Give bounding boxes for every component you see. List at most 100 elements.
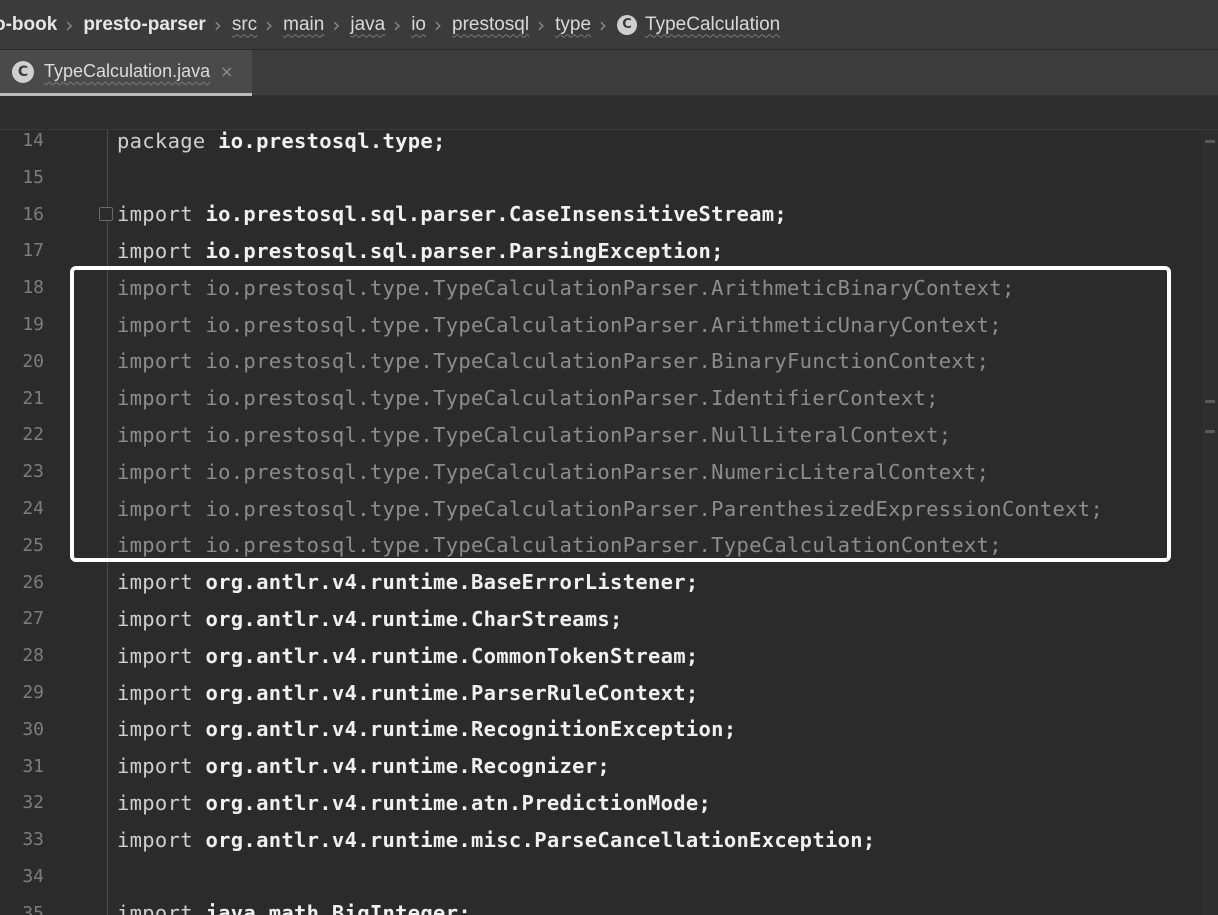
code-text: import org.antlr.v4.runtime.CommonTokenS… <box>117 644 699 668</box>
import-path: io.prestosql.type.TypeCalculationParser.… <box>192 386 939 411</box>
code-line[interactable]: 25 import io.prestosql.type.TypeCalculati… <box>0 527 1218 564</box>
line-number: 21 <box>22 387 44 409</box>
chevron-right-icon: › <box>434 12 442 37</box>
chevron-right-icon: › <box>599 12 608 37</box>
keyword: import <box>117 790 193 815</box>
line-number: 20 <box>22 350 44 372</box>
import-path: io.prestosql.type.TypeCalculationParser.… <box>192 533 1002 558</box>
line-number: 16 <box>22 203 44 225</box>
breadcrumb-label: type <box>555 13 592 35</box>
code-line[interactable]: 34 <box>0 858 1218 895</box>
import-path: org.antlr.v4.runtime.Recognizer; <box>192 754 611 779</box>
import-path: io.prestosql.type.TypeCalculationParser.… <box>192 422 952 447</box>
chevron-right-icon: › <box>332 12 341 37</box>
code-text: import io.prestosql.sql.parser.CaseInsen… <box>117 202 787 226</box>
breadcrumb-item[interactable]: o-book <box>0 14 57 36</box>
code-text: import io.prestosql.type.TypeCalculation… <box>117 533 1002 557</box>
import-path: org.antlr.v4.runtime.CharStreams; <box>192 606 623 631</box>
code-line[interactable]: 18 import io.prestosql.type.TypeCalculati… <box>0 269 1218 306</box>
code-text: import org.antlr.v4.runtime.CharStreams; <box>117 607 623 631</box>
breadcrumb-item[interactable]: src <box>232 14 257 36</box>
code-line[interactable]: 31 import org.antlr.v4.runtime.Recognizer… <box>0 748 1218 785</box>
keyword: import <box>117 901 193 915</box>
breadcrumb-item[interactable]: type <box>555 14 591 36</box>
code-text: import io.prestosql.type.TypeCalculation… <box>117 313 1002 337</box>
code-text: package io.prestosql.type; <box>117 130 446 153</box>
import-path: org.antlr.v4.runtime.ParserRuleContext; <box>192 680 699 705</box>
line-number: 32 <box>22 792 44 814</box>
keyword: import <box>117 717 193 742</box>
code-line[interactable]: 22 import io.prestosql.type.TypeCalculati… <box>0 416 1218 453</box>
close-icon[interactable]: × <box>220 62 233 81</box>
code-line[interactable]: 30 import org.antlr.v4.runtime.Recognitio… <box>0 711 1218 748</box>
chevron-right-icon: › <box>213 12 222 37</box>
line-number: 29 <box>22 682 44 703</box>
editor-toolbar-strip <box>0 96 1218 130</box>
fold-icon[interactable] <box>99 207 113 222</box>
code-line[interactable]: 17 import io.prestosql.sql.parser.Parsing… <box>0 232 1218 269</box>
breadcrumb-label: src <box>231 13 258 35</box>
keyword: import <box>117 570 193 595</box>
chevron-right-icon: › <box>537 12 546 37</box>
import-path: org.antlr.v4.runtime.atn.PredictionMode; <box>192 790 712 815</box>
code-line[interactable]: 26 import org.antlr.v4.runtime.BaseErrorL… <box>0 564 1218 601</box>
breadcrumb-item[interactable]: java <box>350 14 385 36</box>
breadcrumb-label: TypeCalculation <box>645 13 781 35</box>
code-line[interactable]: 14 package io.prestosql.type; <box>0 130 1218 159</box>
tab-label: TypeCalculation.java <box>44 61 211 81</box>
code-line[interactable]: 32 import org.antlr.v4.runtime.atn.Predic… <box>0 784 1218 821</box>
code-line[interactable]: 15 <box>0 159 1218 196</box>
code-editor[interactable]: 14 package io.prestosql.type; 15 16 import i… <box>0 130 1218 915</box>
chevron-right-icon: › <box>65 12 74 37</box>
import-path: io.prestosql.type.TypeCalculationParser.… <box>192 275 1015 300</box>
breadcrumb: o-book › presto-parser › src › main › java › io › pr… <box>0 0 1218 50</box>
tab-typecalculation-java[interactable]: C TypeCalculation.java × <box>0 50 252 96</box>
code-line[interactable]: 20 import io.prestosql.type.TypeCalculati… <box>0 343 1218 380</box>
code-line[interactable]: 29 import org.antlr.v4.runtime.ParserRule… <box>0 674 1218 711</box>
breadcrumb-item[interactable]: io <box>411 14 426 36</box>
breadcrumb-item[interactable]: main <box>283 14 324 36</box>
import-path: java.math.BigInteger; <box>192 901 471 915</box>
keyword: import <box>117 754 193 779</box>
breadcrumb-label: main <box>283 13 325 35</box>
code-line[interactable]: 28 import org.antlr.v4.runtime.CommonToke… <box>0 637 1218 674</box>
code-text: import io.prestosql.type.TypeCalculation… <box>117 276 1015 300</box>
line-number: 33 <box>22 829 44 851</box>
line-number: 24 <box>22 498 44 519</box>
breadcrumb-item[interactable]: prestosql <box>452 14 529 36</box>
keyword: import <box>117 238 193 263</box>
code-text: import org.antlr.v4.runtime.Recognizer; <box>117 754 610 778</box>
keyword: import <box>117 643 193 668</box>
code-text: import io.prestosql.type.TypeCalculation… <box>117 386 939 410</box>
line-number: 35 <box>22 902 44 915</box>
chevron-right-icon: › <box>265 12 274 37</box>
import-path: io.prestosql.sql.parser.CaseInsensitiveS… <box>192 202 788 227</box>
code-line[interactable]: 16 import io.prestosql.sql.parser.CaseIns… <box>0 196 1218 233</box>
code-line[interactable]: 27 import org.antlr.v4.runtime.CharStream… <box>0 600 1218 637</box>
breadcrumb-item[interactable]: presto-parser <box>83 14 206 36</box>
code-line[interactable]: 35 import java.math.BigInteger; <box>0 895 1218 915</box>
import-path: io.prestosql.type; <box>205 130 446 153</box>
keyword: import <box>117 459 193 484</box>
code-text: import org.antlr.v4.runtime.RecognitionE… <box>117 717 736 741</box>
code-text: import org.antlr.v4.runtime.misc.ParseCa… <box>117 828 876 852</box>
code-line[interactable]: 33 import org.antlr.v4.runtime.misc.Parse… <box>0 821 1218 858</box>
code-text: import io.prestosql.type.TypeCalculation… <box>117 349 989 373</box>
editor-tab-bar: C TypeCalculation.java × <box>0 50 1218 96</box>
import-path: io.prestosql.type.TypeCalculationParser.… <box>192 459 990 484</box>
line-number: 25 <box>22 534 44 556</box>
breadcrumb-item[interactable]: C TypeCalculation <box>617 14 780 36</box>
code-text: import io.prestosql.type.TypeCalculation… <box>117 497 1103 521</box>
code-line[interactable]: 19 import io.prestosql.type.TypeCalculati… <box>0 306 1218 343</box>
import-path: org.antlr.v4.runtime.CommonTokenStream; <box>192 643 699 668</box>
code-line[interactable]: 21 import io.prestosql.type.TypeCalculati… <box>0 380 1218 417</box>
import-path: org.antlr.v4.runtime.misc.ParseCancellat… <box>192 827 876 852</box>
code-line[interactable]: 23 import io.prestosql.type.TypeCalculati… <box>0 453 1218 490</box>
keyword: import <box>117 533 193 558</box>
code-text: import org.antlr.v4.runtime.atn.Predicti… <box>117 791 711 815</box>
breadcrumb-label: o-book <box>0 13 58 35</box>
line-number: 28 <box>22 645 44 667</box>
import-path: io.prestosql.type.TypeCalculationParser.… <box>192 312 1002 337</box>
code-line[interactable]: 24 import io.prestosql.type.TypeCalculati… <box>0 490 1218 527</box>
line-number: 18 <box>22 277 44 299</box>
